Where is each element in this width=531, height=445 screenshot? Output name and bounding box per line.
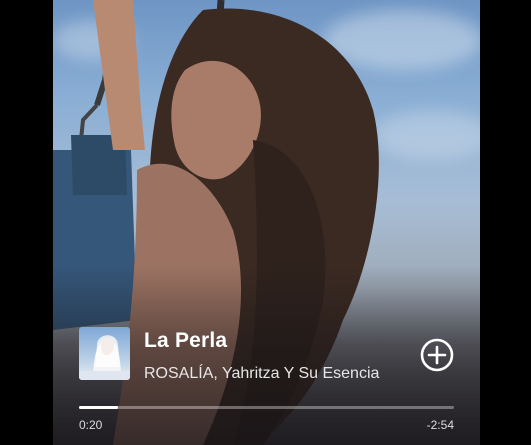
progress-bar-fill bbox=[79, 406, 119, 409]
remaining-time: -2:54 bbox=[426, 418, 454, 432]
plus-circle-icon bbox=[420, 338, 454, 372]
album-art-image bbox=[79, 335, 130, 380]
album-thumbnail[interactable] bbox=[79, 327, 130, 380]
player-screen: La Perla ROSALÍA, Yahritza Y Su Esencia … bbox=[53, 0, 480, 445]
elapsed-time: 0:20 bbox=[79, 418, 103, 432]
video-frame: La Perla ROSALÍA, Yahritza Y Su Esencia … bbox=[0, 0, 531, 445]
progress-bar[interactable] bbox=[79, 406, 454, 409]
track-title[interactable]: La Perla bbox=[144, 329, 227, 353]
track-artists[interactable]: ROSALÍA, Yahritza Y Su Esencia bbox=[144, 365, 379, 383]
add-to-library-button[interactable] bbox=[420, 338, 454, 372]
